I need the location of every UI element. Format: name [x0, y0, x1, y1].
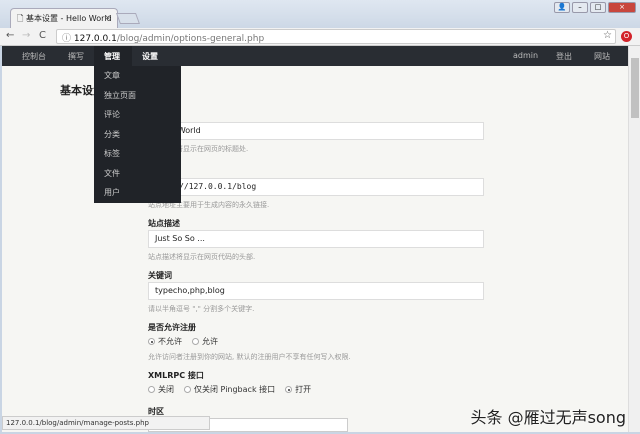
site-url-input[interactable]: http://127.0.0.1/blog: [148, 178, 484, 196]
tab-title: 基本设置 - Hello World: [25, 14, 112, 23]
nav-write[interactable]: 撰写: [68, 51, 84, 62]
close-tab-icon[interactable]: ×: [104, 13, 111, 22]
menu-item-users[interactable]: 用户: [94, 183, 181, 203]
site-url-label: 站点地址: [148, 166, 484, 178]
keywords-hint: 请以半角逗号 "," 分割多个关键字.: [148, 305, 255, 313]
settings-form: 站点名称 Hello World 站点名称将显示在网页的标题处. 站点地址 ht…: [148, 104, 484, 432]
info-icon: ⓘ: [62, 34, 74, 44]
keywords-input[interactable]: typecho,php,blog: [148, 282, 484, 300]
xmlrpc-on-radio[interactable]: 打开: [285, 384, 311, 396]
page-content: 控制台 撰写 管理 设置 admin 登出 网站 文章 独立页面 评论 分类 标…: [2, 46, 628, 432]
menu-item-pages[interactable]: 独立页面: [94, 86, 181, 106]
option-label: 允许: [202, 337, 218, 346]
maximize-button[interactable]: □: [590, 2, 606, 13]
radio-icon: [148, 386, 155, 393]
register-hint: 允许访问者注册到你的网站, 默认的注册用户不享有任何写入权限.: [148, 353, 351, 361]
description-hint: 站点描述将显示在网页代码的头部.: [148, 253, 256, 261]
user-icon[interactable]: 👤: [554, 2, 570, 13]
option-label: 打开: [295, 385, 312, 394]
status-bar-url: 127.0.0.1/blog/admin/manage-posts.php: [2, 416, 210, 430]
radio-icon: [184, 386, 191, 393]
reload-icon[interactable]: C: [39, 30, 46, 41]
option-label: 关闭: [158, 385, 174, 394]
description-label: 站点描述: [148, 219, 180, 228]
browser-tab[interactable]: 🗋 基本设置 - Hello World ×: [10, 8, 118, 28]
register-label: 是否允许注册: [148, 323, 196, 332]
xmlrpc-off-radio[interactable]: 关闭: [148, 384, 174, 396]
xmlrpc-label: XMLRPC 接口: [148, 371, 204, 380]
menu-item-tags[interactable]: 标签: [94, 144, 181, 164]
scrollbar-thumb[interactable]: [631, 58, 639, 118]
scrollbar[interactable]: [628, 46, 640, 432]
nav-dashboard[interactable]: 控制台: [22, 51, 46, 62]
bookmark-star-icon[interactable]: ☆: [603, 30, 612, 41]
nav-site[interactable]: 网站: [594, 51, 610, 62]
nav-logout[interactable]: 登出: [556, 51, 572, 62]
radio-icon: [192, 338, 199, 345]
description-input[interactable]: Just So So ...: [148, 230, 484, 248]
opera-icon[interactable]: O: [621, 31, 632, 42]
url-input[interactable]: ⓘ 127.0.0.1/blog/admin/options-general.p…: [56, 29, 616, 44]
menu-item-comments[interactable]: 评论: [94, 105, 181, 125]
radio-checked-icon: [148, 338, 155, 345]
back-icon[interactable]: ←: [6, 30, 14, 41]
menu-item-categories[interactable]: 分类: [94, 125, 181, 145]
watermark: 头条 @雁过无声song: [470, 408, 626, 427]
nav-manage[interactable]: 管理: [94, 46, 132, 66]
menu-item-files[interactable]: 文件: [94, 164, 181, 184]
keywords-label: 关键词: [148, 271, 172, 280]
close-window-button[interactable]: ×: [608, 2, 636, 13]
register-allow-radio[interactable]: 允许: [192, 336, 218, 348]
forward-icon[interactable]: →: [22, 30, 30, 41]
nav-settings[interactable]: 设置: [142, 51, 158, 62]
site-name-label: 站点名称: [148, 110, 484, 122]
nav-admin[interactable]: admin: [513, 51, 538, 60]
menu-item-posts[interactable]: 文章: [94, 66, 181, 86]
option-label: 仅关闭 Pingback 接口: [194, 385, 276, 394]
site-name-hint: 站点名称将显示在网页的标题处.: [148, 145, 249, 153]
radio-checked-icon: [285, 386, 293, 393]
site-name-input[interactable]: Hello World: [148, 122, 484, 140]
address-bar-row: ← → C ⓘ 127.0.0.1/blog/admin/options-gen…: [0, 28, 640, 46]
site-url-hint: 站点地址主要用于生成内容的永久链接.: [148, 201, 270, 209]
admin-navbar: 控制台 撰写 管理 设置 admin 登出 网站: [2, 46, 628, 66]
register-deny-radio[interactable]: 不允许: [148, 336, 182, 348]
option-label: 不允许: [158, 337, 182, 346]
xmlrpc-pingback-off-radio[interactable]: 仅关闭 Pingback 接口: [184, 384, 275, 396]
title-bar: 🗋 基本设置 - Hello World × 👤 – □ ×: [0, 0, 640, 28]
minimize-button[interactable]: –: [572, 2, 588, 13]
manage-dropdown: 文章 独立页面 评论 分类 标签 文件 用户: [94, 66, 181, 203]
new-tab-button[interactable]: [115, 13, 141, 24]
page-icon: 🗋: [17, 14, 26, 23]
